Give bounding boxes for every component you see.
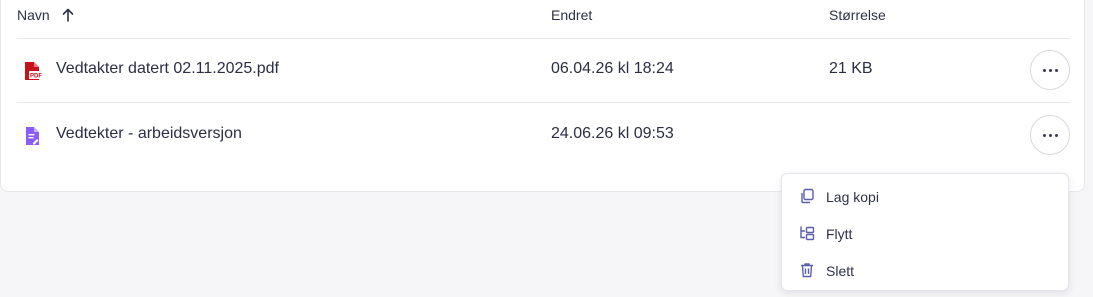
- context-menu: Lag kopi Flytt Slett: [781, 173, 1069, 291]
- menu-item-label: Flytt: [826, 226, 853, 242]
- more-icon: [1041, 133, 1059, 137]
- menu-item-label: Lag kopi: [826, 189, 879, 205]
- menu-item-move[interactable]: Flytt: [799, 221, 1049, 245]
- arrow-up-icon: [62, 8, 73, 22]
- pdf-file-icon: PDF: [25, 62, 43, 80]
- file-name[interactable]: Vedtekter - arbeidsversjon: [56, 125, 242, 143]
- file-list-card: Navn Endret Størrelse PDF Vedtakter date…: [0, 0, 1085, 192]
- table-row[interactable]: PDF Vedtakter datert 02.11.2025.pdf 06.0…: [17, 38, 1070, 103]
- trash-icon: [801, 263, 813, 278]
- copy-icon: [801, 188, 814, 204]
- file-size: 21 KB: [829, 60, 873, 77]
- column-header-name[interactable]: Navn: [17, 7, 74, 23]
- file-name[interactable]: Vedtakter datert 02.11.2025.pdf: [56, 60, 279, 78]
- table-header: Navn Endret Størrelse: [17, 0, 1070, 39]
- column-header-size[interactable]: Størrelse: [829, 7, 886, 23]
- more-actions-button[interactable]: [1030, 50, 1070, 90]
- more-actions-button[interactable]: [1030, 115, 1070, 155]
- document-file-icon: [26, 127, 39, 145]
- svg-text:PDF: PDF: [30, 74, 42, 80]
- file-modified: 24.06.26 kl 09:53: [551, 125, 674, 142]
- menu-item-copy[interactable]: Lag kopi: [799, 184, 1049, 208]
- more-icon: [1041, 68, 1059, 72]
- table-row[interactable]: Vedtekter - arbeidsversjon 24.06.26 kl 0…: [17, 103, 1070, 167]
- menu-item-label: Slett: [826, 263, 855, 279]
- menu-item-delete[interactable]: Slett: [799, 258, 1049, 282]
- file-modified: 06.04.26 kl 18:24: [551, 60, 674, 77]
- move-icon: [800, 226, 815, 241]
- column-header-modified[interactable]: Endret: [551, 7, 592, 23]
